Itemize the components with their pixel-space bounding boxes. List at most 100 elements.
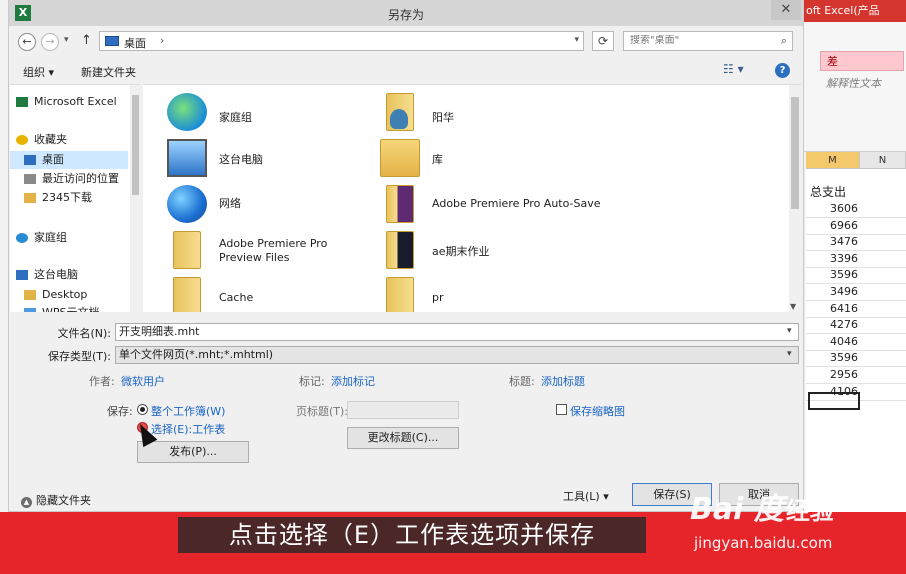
tags-label: 标记: (299, 375, 325, 388)
scroll-down-icon[interactable]: ▼ (790, 302, 796, 311)
change-title-button[interactable]: 更改标题(C)... (347, 427, 459, 449)
nav-item[interactable]: 家庭组 (10, 229, 130, 247)
nav-item-label: 家庭组 (34, 231, 67, 244)
file-item-label: ae期末作业 (432, 245, 490, 258)
filetype-label: 保存类型(T): (47, 350, 111, 363)
dialog-toolbar: 组织 ▾ 新建文件夹 ☷ ▾ ? (9, 58, 803, 82)
header-cell-total-expense[interactable]: 总支出 (810, 183, 846, 200)
file-scrollbar[interactable]: ▼ (789, 85, 801, 312)
forward-button[interactable]: → (41, 33, 59, 51)
column-header-n[interactable]: N (860, 152, 906, 169)
view-options-icon[interactable]: ☷ ▾ (723, 62, 744, 76)
tools-button[interactable]: 工具(L) ▾ (563, 488, 609, 504)
publish-button[interactable]: 发布(P)... (137, 441, 249, 463)
save-thumbnail-checkbox[interactable] (556, 404, 567, 415)
page-title-label: 页标题(T): (296, 405, 349, 418)
expense-value-cell[interactable]: 3396 (806, 252, 858, 265)
file-item[interactable]: ae期末作业 (380, 229, 640, 273)
nav-item-label: Desktop (42, 288, 88, 301)
cell-style-bad[interactable]: 差 (820, 51, 904, 71)
expense-value-cell[interactable]: 3476 (806, 235, 858, 248)
expense-value-cell[interactable]: 6966 (806, 219, 858, 232)
search-box[interactable]: ⌕ (623, 31, 793, 51)
expense-value-cell[interactable]: 2956 (806, 368, 858, 381)
expense-value-cell[interactable]: 4276 (806, 318, 858, 331)
search-icon[interactable]: ⌕ (781, 34, 787, 48)
new-folder-button[interactable]: 新建文件夹 (81, 64, 136, 80)
computer-icon (167, 139, 207, 177)
address-path[interactable]: 桌面 (124, 35, 146, 51)
nav-scroll-thumb[interactable] (132, 95, 139, 195)
breadcrumb-chevron-icon[interactable]: › (160, 34, 164, 47)
title-label: 标题: (509, 375, 535, 388)
nav-item[interactable]: 这台电脑 (10, 266, 130, 284)
expense-value-cell[interactable]: 3596 (806, 351, 858, 364)
excel-title-bar: oft Excel(产品 (800, 0, 906, 22)
nav-item[interactable]: WPS云文档 (10, 304, 130, 312)
cell-style-explanatory-text[interactable]: 解释性文本 (820, 74, 904, 94)
filetype-select[interactable]: 单个文件网页(*.mht;*.mhtml) (115, 346, 799, 364)
recent-locations-chevron-icon[interactable]: ▾ (64, 35, 69, 45)
folder-icon (386, 277, 414, 312)
nav-item-label: 最近访问的位置 (42, 172, 119, 185)
expense-value-cell[interactable]: 3496 (806, 285, 858, 298)
selected-cell[interactable] (808, 392, 860, 410)
expense-value-cell[interactable]: 6416 (806, 302, 858, 315)
organize-button[interactable]: 组织 ▾ (23, 64, 54, 80)
file-item-label: 阳华 (432, 111, 454, 124)
help-icon[interactable]: ? (775, 63, 790, 78)
address-dropdown-icon[interactable]: ▾ (574, 35, 579, 45)
save-scope-label: 保存: (107, 405, 133, 418)
nav-item[interactable]: 最近访问的位置 (10, 170, 130, 188)
close-icon[interactable]: ✕ (771, 0, 801, 20)
address-bar[interactable]: 桌面 › ▾ (99, 31, 584, 51)
nav-item[interactable]: 桌面 (10, 151, 130, 169)
expense-value-cell[interactable]: 3596 (806, 268, 858, 281)
nav-item-label: 2345下载 (42, 191, 92, 204)
back-button[interactable]: ← (18, 33, 36, 51)
baidu-url: jingyan.baidu.com (694, 534, 833, 552)
up-arrow-icon[interactable]: ↑ (81, 33, 92, 48)
save-as-dialog: X 另存为 ✕ ← → ▾ ↑ 桌面 › ▾ ⟳ ⌕ 组织 ▾ 新建文件夹 ☷ … (8, 0, 804, 512)
radio-entire-workbook[interactable] (137, 404, 148, 415)
save-thumbnail-label[interactable]: 保存缩略图 (570, 403, 625, 419)
baidu-logo: Bai 度经验 (690, 484, 834, 528)
computer-icon (16, 270, 28, 280)
radio-entire-workbook-label[interactable]: 整个工作簿(W) (151, 403, 225, 419)
add-tags-link[interactable]: 添加标记 (331, 373, 375, 389)
filetype-dropdown-icon[interactable]: ▾ (787, 349, 792, 359)
radio-selection-sheet-label[interactable]: 选择(E):工作表 (151, 421, 225, 437)
nav-item-label: WPS云文档 (42, 304, 100, 312)
desktop-icon (105, 36, 119, 46)
filename-input[interactable]: 开支明细表.mht (115, 323, 799, 341)
nav-item[interactable]: Desktop (10, 286, 130, 304)
excel-grid: M N 总支出 3606 6966 3476 3396 3596 3496 6416 4276… (806, 152, 906, 512)
file-item[interactable]: 阳华 (380, 91, 640, 135)
network-icon (167, 185, 207, 223)
expense-value-cell[interactable]: 3606 (806, 202, 858, 215)
filename-dropdown-icon[interactable]: ▾ (787, 326, 792, 336)
file-scroll-thumb[interactable] (791, 97, 799, 209)
file-item[interactable]: Adobe Premiere Pro Auto-Save (380, 183, 640, 227)
nav-item[interactable]: Microsoft Excel (10, 93, 130, 111)
folder-icon (173, 231, 201, 269)
user-silhouette-icon (390, 109, 408, 129)
file-item-label: Adobe Premiere Pro Auto-Save (432, 197, 601, 210)
file-item[interactable]: 库 (380, 137, 640, 181)
author-value[interactable]: 微软用户 (121, 373, 165, 389)
file-item[interactable]: pr (380, 275, 640, 312)
nav-item[interactable]: 收藏夹 (10, 131, 130, 149)
folder-icon (173, 277, 201, 312)
folder-icon (24, 193, 36, 203)
refresh-icon[interactable]: ⟳ (592, 31, 614, 51)
hide-folders-toggle[interactable]: ▲ 隐藏文件夹 (21, 492, 91, 508)
page-title-input[interactable] (347, 401, 459, 419)
filename-label: 文件名(N): (57, 327, 111, 340)
nav-scrollbar[interactable] (130, 85, 140, 312)
desktop-icon (24, 155, 36, 165)
column-header-m[interactable]: M (806, 152, 860, 169)
search-input[interactable] (630, 35, 770, 46)
nav-item[interactable]: 2345下载 (10, 189, 130, 207)
expense-value-cell[interactable]: 4046 (806, 335, 858, 348)
add-title-link[interactable]: 添加标题 (541, 373, 585, 389)
